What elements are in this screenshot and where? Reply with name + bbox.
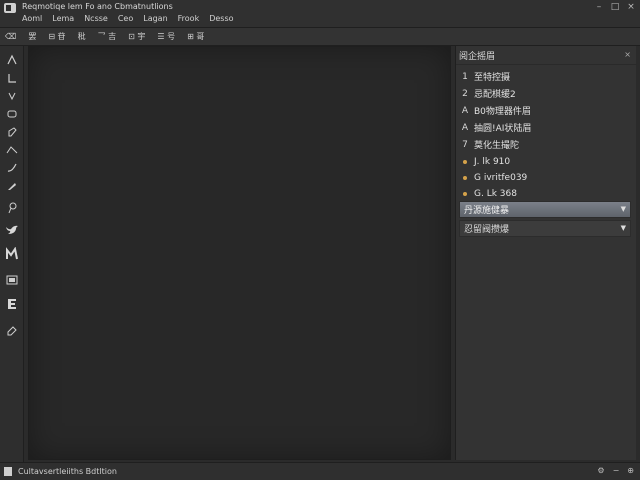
close-icon[interactable]: × bbox=[624, 50, 631, 59]
grid-icon: ⊡ 宇 bbox=[128, 32, 146, 41]
toolbar-button-grid[interactable]: ⊡ 宇 bbox=[128, 31, 145, 42]
dropdown-label: 丹源施健暴 bbox=[464, 206, 510, 216]
item-label: 抽圆!AI状陆眉 bbox=[474, 124, 532, 134]
pin-tool-icon[interactable] bbox=[3, 200, 21, 216]
value-label: G. Lk 368 bbox=[474, 188, 517, 199]
item-label: 至特控摄 bbox=[474, 73, 511, 83]
status-text: Cultavsertleiiths Bdtltion bbox=[18, 467, 117, 476]
item-label: 莫化生撮陀 bbox=[474, 141, 520, 151]
layers-icon: ⊞ 哥 bbox=[187, 32, 205, 41]
item-number: 2 bbox=[462, 88, 468, 99]
menu-item[interactable]: Frook bbox=[178, 14, 200, 23]
zoom-icon[interactable]: ⊕ bbox=[627, 466, 634, 475]
item-number: 1 bbox=[462, 71, 468, 82]
stamp-tool-icon[interactable] bbox=[3, 296, 21, 312]
toolbar-button-layers[interactable]: ⊞ 哥 bbox=[187, 31, 204, 42]
bullet-icon bbox=[456, 191, 474, 196]
list-item[interactable]: A 抽圆!AI状陆眉 bbox=[456, 120, 632, 135]
minimize-button[interactable]: – bbox=[592, 2, 606, 12]
document-icon bbox=[4, 467, 12, 476]
chevron-down-icon: ▼ bbox=[620, 205, 626, 213]
item-label: B0物理器件眉 bbox=[474, 107, 531, 117]
undo-icon: ⌫ bbox=[5, 32, 17, 41]
item-number: 7 bbox=[462, 139, 468, 150]
app-icon bbox=[4, 3, 16, 13]
item-label: 忌配棋缓2 bbox=[474, 90, 516, 100]
minus-icon[interactable]: − bbox=[613, 466, 620, 475]
toolbar: ⌫ 罢 ⊟ 苷 秕 乛 吉 ⊡ 宇 ☰ 号 ⊞ 哥 bbox=[0, 28, 640, 46]
list-item[interactable]: A B0物理器件眉 bbox=[456, 103, 632, 118]
menu-item[interactable]: Desso bbox=[209, 14, 233, 23]
chevron-down-icon: ▼ bbox=[620, 224, 626, 232]
toolbar-button-list[interactable]: ☰ 号 bbox=[157, 31, 175, 42]
panel-header: 阅企摇眉 × bbox=[456, 46, 637, 65]
menu-item[interactable]: Aoml bbox=[22, 14, 42, 23]
title-bar: Reqmotiqe lem Fo ano Cbmatnutlions – □ ×… bbox=[0, 0, 640, 28]
panel-title: 阅企摇眉 bbox=[459, 51, 496, 62]
slash-icon: 乛 吉 bbox=[97, 32, 117, 41]
pattern-tool-icon[interactable] bbox=[3, 246, 21, 262]
toolbar-button-slash[interactable]: 乛 吉 bbox=[98, 31, 117, 42]
item-number: A bbox=[461, 105, 469, 116]
menu-bar: Aoml Lema Ncsse Ceo Lagan Frook Desso bbox=[22, 14, 234, 23]
toolbar-button-frame[interactable]: ⊟ 苷 bbox=[48, 31, 65, 42]
toolbar-button-pen[interactable]: 秕 bbox=[78, 31, 86, 42]
maximize-button[interactable]: □ bbox=[608, 2, 622, 12]
line-tool-icon[interactable] bbox=[3, 160, 21, 176]
bird-tool-icon[interactable] bbox=[3, 222, 21, 238]
hook-tool-icon[interactable] bbox=[3, 88, 21, 104]
keyboard-tool-icon[interactable] bbox=[3, 272, 21, 288]
toolbar-button-dashes[interactable]: 罢 bbox=[28, 31, 36, 42]
item-number: A bbox=[461, 122, 469, 133]
list-item[interactable]: 1 至特控摄 bbox=[456, 69, 632, 84]
brush-tool-icon[interactable] bbox=[3, 124, 21, 140]
list-item[interactable]: 2 忌配棋缓2 bbox=[456, 86, 632, 101]
dropdown-active[interactable]: 丹源施健暴 ▼ bbox=[459, 201, 631, 218]
toolbar-button-undo[interactable]: ⌫ bbox=[5, 32, 16, 41]
bullet-icon bbox=[456, 159, 474, 164]
pen-tool-icon[interactable] bbox=[3, 52, 21, 68]
menu-item[interactable]: Ceo bbox=[118, 14, 133, 23]
erase-tool-icon[interactable] bbox=[3, 322, 21, 338]
quill-tool-icon[interactable] bbox=[3, 178, 21, 194]
dropdown-inactive[interactable]: 忍留阀攒爆 ▼ bbox=[459, 220, 631, 237]
status-controls: ⚙ − ⊕ bbox=[597, 466, 634, 475]
value-row[interactable]: G. Lk 368 bbox=[456, 186, 632, 201]
dashes-icon: 罢 bbox=[28, 32, 37, 41]
settings-icon[interactable]: ⚙ bbox=[597, 466, 604, 475]
shape-tool-icon[interactable] bbox=[3, 142, 21, 158]
value-row[interactable]: J. lk 910 bbox=[456, 154, 632, 169]
canvas-area[interactable] bbox=[28, 46, 451, 460]
properties-panel: 阅企摇眉 × 1 至特控摄 2 忌配棋缓2 A B0物理器件眉 A 抽圆!AI状… bbox=[455, 46, 637, 460]
list-item[interactable]: 7 莫化生撮陀 bbox=[456, 137, 632, 152]
bullet-icon bbox=[456, 175, 474, 180]
value-label: G ivritfe039 bbox=[474, 172, 528, 183]
close-window-button[interactable]: × bbox=[624, 2, 638, 12]
menu-item[interactable]: Ncsse bbox=[84, 14, 108, 23]
value-label: J. lk 910 bbox=[474, 156, 511, 167]
app-title: Reqmotiqe lem Fo ano Cbmatnutlions bbox=[22, 2, 173, 11]
frame-icon: ⊟ 苷 bbox=[48, 32, 66, 41]
menu-item[interactable]: Lagan bbox=[143, 14, 167, 23]
angle-tool-icon[interactable] bbox=[3, 70, 21, 86]
list-icon: ☰ 号 bbox=[157, 32, 176, 41]
tool-strip bbox=[0, 46, 24, 462]
status-bar: Cultavsertleiiths Bdtltion ⚙ − ⊕ bbox=[0, 462, 640, 480]
eraser-tool-icon[interactable] bbox=[3, 106, 21, 122]
dropdown-label: 忍留阀攒爆 bbox=[464, 225, 510, 235]
pen-icon: 秕 bbox=[77, 32, 86, 41]
menu-item[interactable]: Lema bbox=[52, 14, 74, 23]
value-row[interactable]: G ivritfe039 bbox=[456, 170, 632, 185]
